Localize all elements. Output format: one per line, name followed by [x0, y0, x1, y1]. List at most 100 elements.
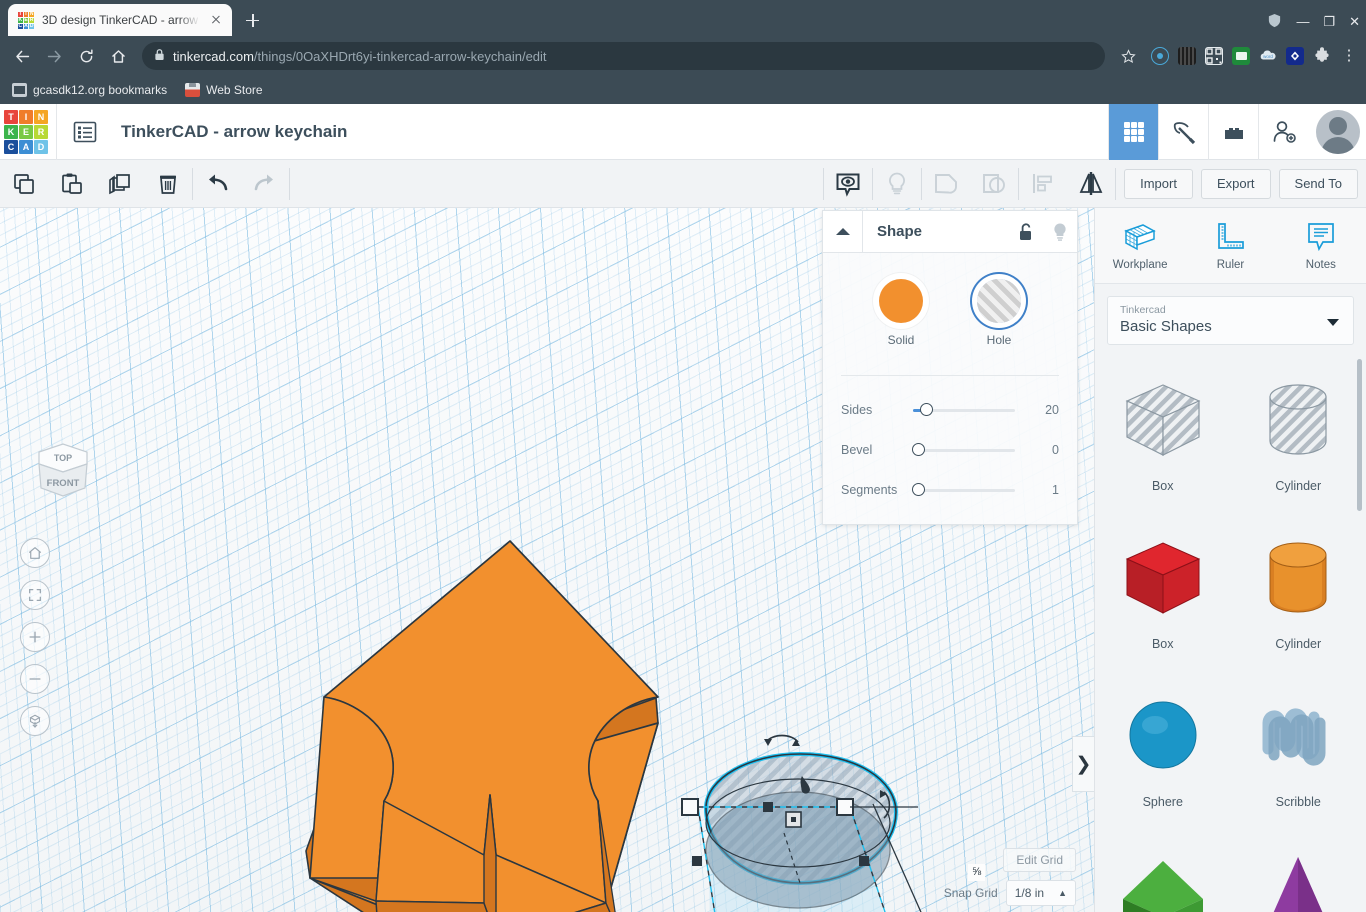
- minecraft-button[interactable]: [1158, 103, 1208, 160]
- logo-letter: K: [4, 124, 18, 139]
- segments-label: Segments: [841, 483, 898, 497]
- shape-cylinder-hole[interactable]: Cylinder: [1231, 365, 1366, 517]
- new-tab-button[interactable]: [238, 6, 266, 34]
- duplicate-button[interactable]: [96, 160, 144, 208]
- group-button[interactable]: [922, 160, 970, 208]
- shape-library-dropdown[interactable]: Tinkercad Basic Shapes: [1107, 296, 1354, 345]
- import-button[interactable]: Import: [1124, 168, 1193, 199]
- panel-collapse-handle[interactable]: ❯: [1072, 736, 1094, 792]
- workplane-tool[interactable]: Workplane: [1095, 208, 1185, 283]
- zoom-in-button[interactable]: [20, 622, 50, 652]
- undo-button[interactable]: [193, 160, 241, 208]
- browser-tab[interactable]: TIN KER CAD 3D design TinkerCAD - arrow …: [8, 4, 232, 36]
- perspective-toggle-button[interactable]: [20, 706, 50, 736]
- sides-value: 20: [1045, 403, 1059, 417]
- snap-grid-select[interactable]: 1/8 in ▲: [1005, 880, 1076, 906]
- shape-label: Cylinder: [1275, 637, 1322, 651]
- shape-roof[interactable]: Roof: [1095, 839, 1231, 912]
- user-avatar[interactable]: [1316, 109, 1360, 154]
- io-buttons-group: Import Export Send To: [1116, 160, 1366, 208]
- shape-library-dropdown-wrap: Tinkercad Basic Shapes: [1095, 284, 1366, 355]
- ruler-tool[interactable]: Ruler: [1185, 208, 1275, 283]
- paste-button[interactable]: [48, 160, 96, 208]
- copy-button[interactable]: [0, 160, 48, 208]
- bookmark-star-icon[interactable]: [1115, 43, 1141, 69]
- blue-badge-extension-icon[interactable]: [1286, 47, 1304, 65]
- hole-mode-label: Hole: [986, 333, 1012, 347]
- unlock-icon[interactable]: [1009, 222, 1043, 242]
- project-list-icon[interactable]: [57, 119, 113, 145]
- bevel-slider[interactable]: [911, 443, 1015, 456]
- qr-code-extension-icon[interactable]: [1205, 47, 1223, 65]
- back-button[interactable]: [8, 42, 36, 70]
- edit-grid-button[interactable]: Edit Grid: [1003, 848, 1076, 872]
- shape-label: Scribble: [1275, 795, 1321, 809]
- shape-label: Box: [1151, 637, 1174, 651]
- notes-label: Notes: [1305, 259, 1336, 271]
- segments-value: 1: [1052, 483, 1059, 497]
- export-button[interactable]: Export: [1200, 168, 1271, 199]
- view-cube[interactable]: TOP FRONT: [27, 430, 99, 502]
- lightbulb-icon[interactable]: [1043, 222, 1077, 242]
- fit-to-view-button[interactable]: [20, 580, 50, 610]
- maximize-button[interactable]: ❐: [1323, 15, 1335, 28]
- apps-grid-button[interactable]: [1108, 103, 1158, 160]
- light-button[interactable]: [873, 160, 921, 208]
- home-view-button[interactable]: [20, 538, 50, 568]
- address-bar[interactable]: tinkercad.com/things/0OaXHDrt6yi-tinkerc…: [142, 42, 1105, 70]
- redo-button[interactable]: [241, 160, 289, 208]
- arrow-keychain-solid[interactable]: [288, 533, 688, 912]
- align-button[interactable]: [1019, 160, 1067, 208]
- show-hide-button[interactable]: [824, 160, 872, 208]
- minimize-button[interactable]: —: [1296, 15, 1309, 28]
- logo-letter: I: [19, 109, 33, 124]
- bookmark-item[interactable]: Web Store: [185, 83, 263, 97]
- record-circle-extension-icon[interactable]: [1151, 47, 1169, 65]
- send-to-button[interactable]: Send To: [1278, 168, 1358, 199]
- shape-sphere[interactable]: Sphere: [1095, 681, 1231, 833]
- home-button[interactable]: [104, 42, 132, 70]
- shield-icon[interactable]: [1267, 13, 1282, 30]
- edge-handle: [859, 856, 869, 866]
- shape-scribble[interactable]: Scribble: [1231, 681, 1366, 833]
- shapes-scrollbar[interactable]: [1357, 359, 1362, 511]
- segments-slider[interactable]: [911, 483, 1015, 496]
- invite-people-button[interactable]: [1258, 103, 1308, 160]
- blocks-button[interactable]: [1208, 103, 1258, 160]
- ungroup-button[interactable]: [970, 160, 1018, 208]
- 3d-workplane-canvas[interactable]: TOP FRONT ⅝ ❯ Edit Grid Snap Grid 1/8 in…: [0, 208, 1094, 912]
- shape-box-red[interactable]: Box: [1095, 523, 1231, 675]
- tab-close-icon[interactable]: [208, 12, 224, 28]
- green-screen-extension-icon[interactable]: [1232, 47, 1250, 65]
- solid-mode-option[interactable]: Solid: [879, 279, 923, 347]
- sides-slider[interactable]: [913, 403, 1015, 416]
- zoom-out-button[interactable]: [20, 664, 50, 694]
- delete-button[interactable]: [144, 160, 192, 208]
- snap-grid-row: Snap Grid 1/8 in ▲: [944, 880, 1076, 906]
- extensions-row: word ⋮: [1145, 47, 1358, 65]
- sidebar-tools: Workplane Ruler Notes: [1095, 208, 1366, 284]
- shape-mode-selector: Solid Hole: [823, 271, 1077, 353]
- notes-tool[interactable]: Notes: [1276, 208, 1366, 283]
- panel-collapse-triangle-icon[interactable]: [823, 210, 863, 253]
- shape-cylinder-orange[interactable]: Cylinder: [1231, 523, 1366, 675]
- mirror-button[interactable]: [1067, 160, 1115, 208]
- tinkercad-logo[interactable]: T I N K E R C A D: [4, 109, 50, 154]
- browser-menu-button[interactable]: ⋮: [1340, 47, 1358, 65]
- shape-tools-group: [823, 160, 1117, 208]
- puzzle-extension-icon[interactable]: [1313, 47, 1331, 65]
- bookmark-item[interactable]: gcasdk12.org bookmarks: [12, 83, 167, 97]
- hole-mode-option[interactable]: Hole: [977, 279, 1021, 347]
- logo-letter: T: [4, 109, 18, 124]
- dark-qr-extension-icon[interactable]: [1178, 47, 1196, 65]
- shape-cone[interactable]: Cone: [1231, 839, 1366, 912]
- forward-button[interactable]: [40, 42, 68, 70]
- cloud-word-extension-icon[interactable]: word: [1259, 47, 1277, 65]
- logo-letter: N: [34, 109, 48, 124]
- reload-button[interactable]: [72, 42, 100, 70]
- url-domain: tinkercad.com: [173, 48, 254, 64]
- close-window-button[interactable]: ✕: [1349, 15, 1360, 28]
- shape-panel-header: Shape: [823, 210, 1077, 253]
- shapes-list[interactable]: Box Cylinder Box Cylinder Sphere Scribbl…: [1095, 355, 1366, 912]
- shape-box-hole[interactable]: Box: [1095, 365, 1231, 517]
